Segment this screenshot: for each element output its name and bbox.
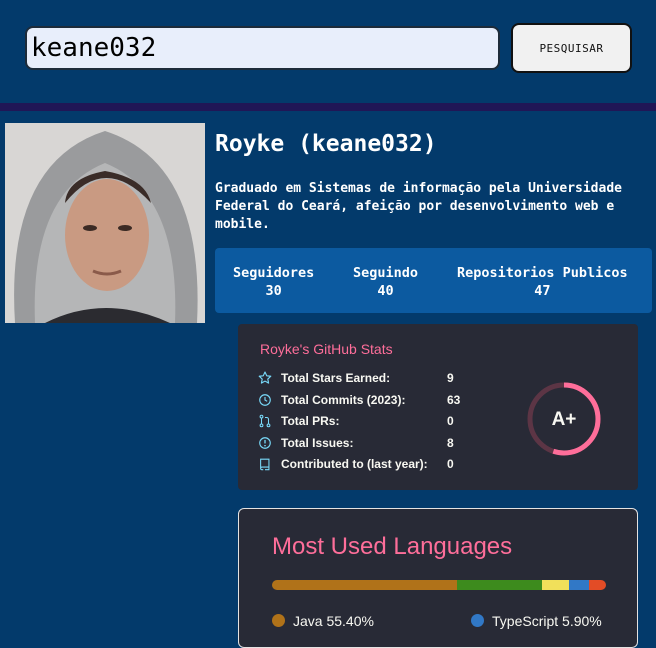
row-label: Total PRs: [281,414,340,428]
profile-name: Royke (keane032) [215,131,437,157]
row-label: Total Stars Earned: [281,371,391,385]
row-value: 8 [447,436,454,450]
stat-following: Seguindo 40 [353,264,418,300]
language-item: Java 55.40% [272,613,374,629]
issue-icon [259,437,271,449]
profile-bio: Graduado em Sistemas de informação pela … [215,181,622,232]
languages-title: Most Used Languages [272,533,513,560]
language-dot-icon [471,614,484,627]
languages-bar [272,580,606,590]
github-stats-card: Royke's GitHub Stats Total Stars Earned:… [238,324,638,490]
row-value: 63 [447,393,461,407]
language-bar-segment [588,580,606,590]
row-value: 0 [447,414,454,428]
row-label: Total Commits (2023): [281,393,406,407]
language-bar-segment [541,580,570,590]
search-input[interactable] [25,26,500,70]
rank-grade: A+ [551,409,577,430]
row-value: 9 [447,371,454,385]
language-dot-icon [272,614,285,627]
stat-followers: Seguidores 30 [233,264,314,300]
search-button[interactable]: PESQUISAR [511,23,632,73]
row-label: Contributed to (last year): [281,457,428,471]
language-bar-segment [457,580,542,590]
star-icon [258,371,272,384]
pull-request-icon [259,414,271,428]
row-label: Total Issues: [281,436,354,450]
header-divider [0,103,656,111]
stat-value: 30 [265,283,282,299]
github-stats-title: Royke's GitHub Stats [260,341,393,357]
stat-value: 40 [377,283,394,299]
stats-panel: Seguidores 30 Seguindo 40 Repositorios P… [215,248,652,313]
stat-public-repos: Repositorios Publicos 47 [457,264,628,300]
repo-icon [260,458,270,471]
row-value: 0 [447,457,454,471]
language-label: Java 55.40% [293,613,374,629]
stat-label: Seguindo [353,265,419,281]
avatar [5,123,205,323]
languages-card: Most Used Languages Java 55.40% TypeScri… [238,508,638,648]
history-icon [259,394,271,406]
language-label: TypeScript 5.90% [492,613,602,629]
language-item: TypeScript 5.90% [471,613,602,629]
language-bar-segment [569,580,589,590]
stat-label: Seguidores [233,265,315,281]
language-bar-segment [272,580,458,590]
stat-value: 47 [534,283,551,299]
stat-label: Repositorios Publicos [457,265,628,281]
